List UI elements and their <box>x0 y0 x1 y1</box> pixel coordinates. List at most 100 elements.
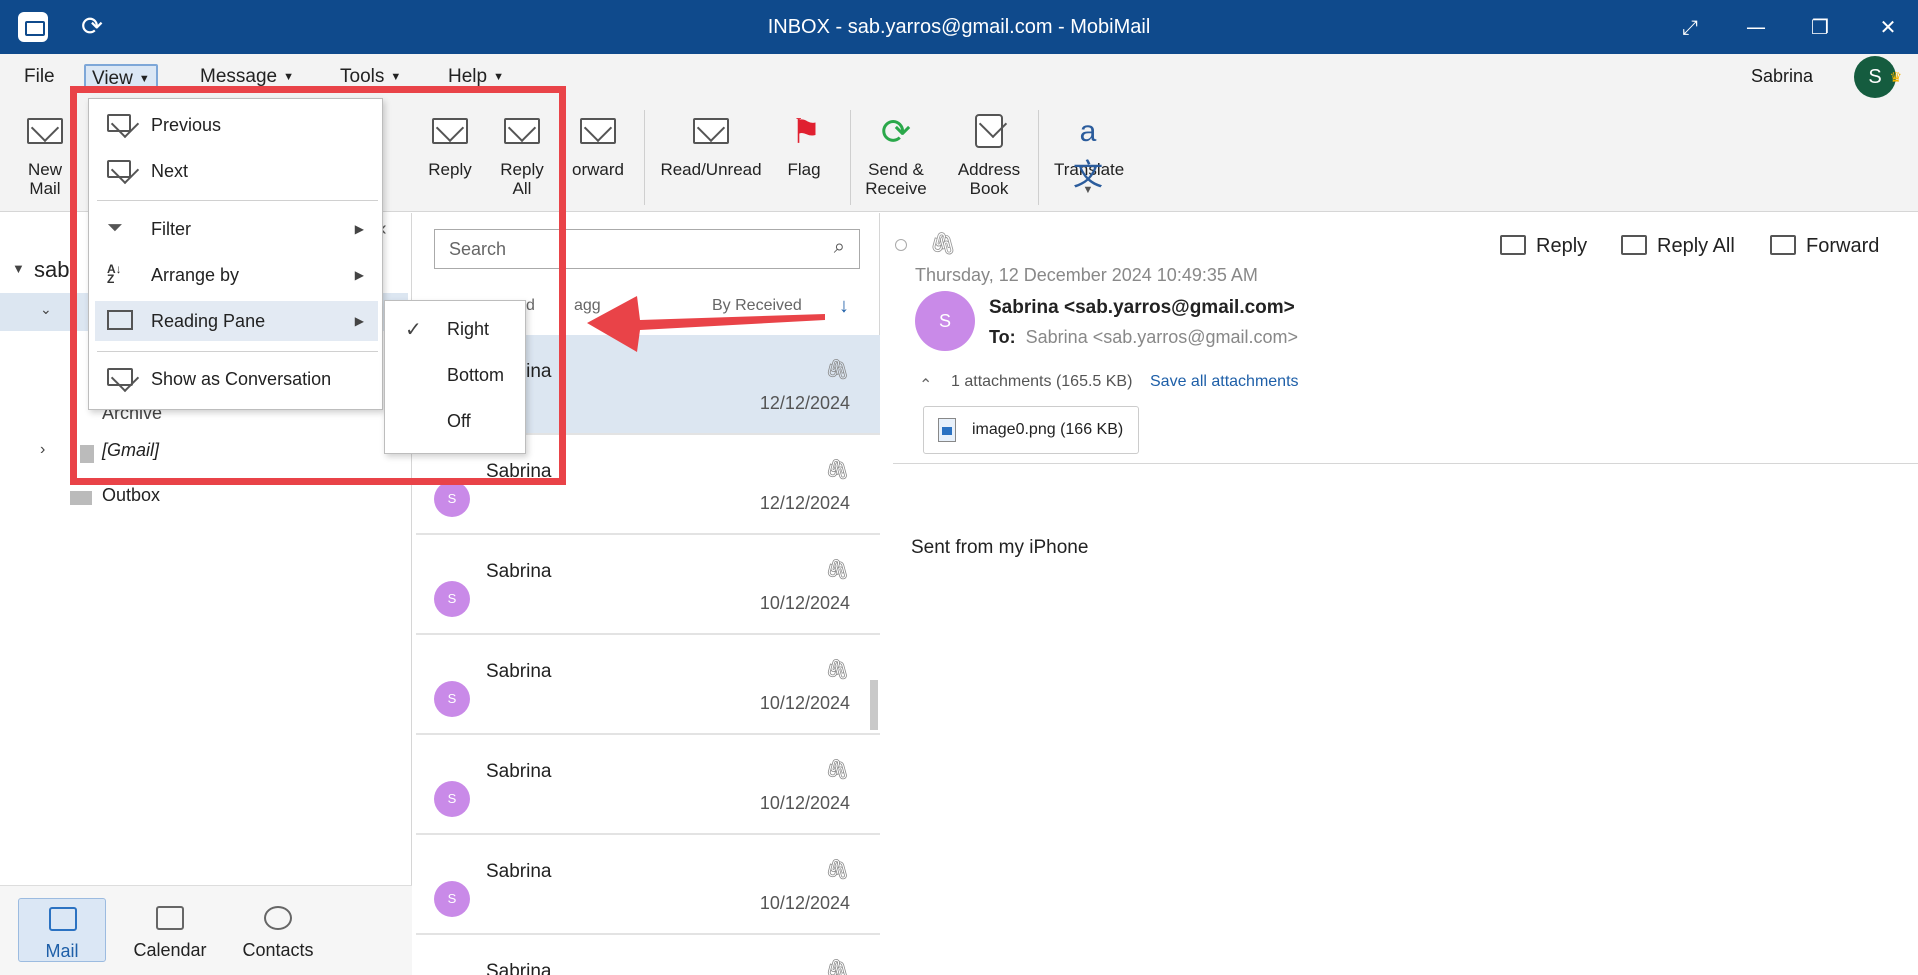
sort-by-label[interactable]: By Received <box>712 297 802 315</box>
expand-account-icon[interactable]: ▼ <box>12 261 25 276</box>
list-header-left[interactable]: d <box>526 297 535 315</box>
mail-date: 12/12/2024 <box>759 493 850 513</box>
menu-item-reading-pane-label: Reading Pane <box>151 311 266 331</box>
unread-indicator[interactable] <box>895 239 907 251</box>
submenu-item-right[interactable]: ✓ Right <box>385 309 525 349</box>
forward-icon <box>576 110 620 154</box>
caret-down-icon: ▼ <box>493 71 504 83</box>
mail-list-item[interactable]: S Sabrina 🖇 <box>416 935 880 975</box>
menu-file[interactable]: File <box>18 64 61 92</box>
send-receive-button[interactable]: ⟳ Send & Receive <box>864 110 928 198</box>
next-mail-icon <box>107 160 131 180</box>
menu-item-show-as-conversation-label: Show as Conversation <box>151 369 332 389</box>
flag-icon: ⚑ <box>790 113 822 151</box>
reply-all-button[interactable]: Reply All <box>492 110 552 198</box>
menu-item-next[interactable]: Next <box>95 151 378 191</box>
submenu-item-off[interactable]: Off <box>385 401 525 441</box>
reading-reply-all-button[interactable]: Reply All <box>1621 235 1735 258</box>
address-book-button[interactable]: Address Book <box>956 110 1022 198</box>
nav-mail-button[interactable]: Mail <box>18 898 106 962</box>
list-scrollbar[interactable] <box>870 680 878 730</box>
read-unread-button[interactable]: Read/Unread <box>658 110 764 179</box>
minimize-button[interactable]: — <box>1726 0 1786 54</box>
outbox-folder[interactable]: Outbox <box>102 485 160 506</box>
reading-forward-label: Forward <box>1806 235 1880 257</box>
reply-icon <box>428 110 472 154</box>
close-button[interactable]: ✕ <box>1858 0 1918 54</box>
gmail-folder[interactable]: [Gmail] <box>102 440 159 461</box>
title-bar: ⟳ INBOX - sab.yarros@gmail.com - MobiMai… <box>0 0 1918 54</box>
reading-forward-button[interactable]: Forward <box>1770 235 1879 258</box>
menu-item-arrange-by-label: Arrange by <box>151 265 240 285</box>
chevron-down-icon[interactable]: ⌄ <box>40 301 52 318</box>
conversation-icon <box>107 368 133 388</box>
nav-calendar-button[interactable]: Calendar <box>126 898 214 962</box>
collapse-attachments-icon[interactable]: ⌃ <box>919 375 932 395</box>
menu-help[interactable]: Help ▼ <box>442 64 510 92</box>
mail-list-item[interactable]: S Sabrina 🖇 10/12/2024 <box>416 535 880 635</box>
reading-reply-button[interactable]: Reply <box>1500 235 1587 258</box>
flag-button[interactable]: ⚑ Flag <box>784 110 824 179</box>
attachment-icon: 🖇 <box>824 859 850 881</box>
reading-reply-all-label: Reply All <box>1657 235 1735 257</box>
translate-button[interactable]: a文 Translate ▼ <box>1054 110 1124 200</box>
nav-mail-label: Mail <box>45 941 79 961</box>
avatar-initial: S <box>1868 66 1882 88</box>
attachment-chip[interactable]: image0.png (166 KB) <box>923 406 1139 454</box>
user-avatar[interactable]: S ♛ <box>1854 56 1902 98</box>
sender-avatar: S <box>434 781 470 817</box>
fullscreen-button[interactable]: ⤢ <box>1660 0 1720 54</box>
search-input[interactable]: Search ⌕ <box>434 229 860 269</box>
header-divider <box>893 463 1918 464</box>
maximize-button[interactable]: ❐ <box>1790 0 1850 54</box>
new-mail-button[interactable]: New Mail <box>22 110 68 198</box>
attachment-icon: 🖇 <box>824 459 850 481</box>
sender-avatar: S <box>434 581 470 617</box>
chevron-right-icon[interactable]: › <box>40 441 45 459</box>
mail-list-item[interactable]: S Sabrina 🖇 10/12/2024 <box>416 835 880 935</box>
reading-pane-icon <box>107 310 133 330</box>
submenu-arrow-icon: ▶ <box>354 314 364 328</box>
reply-all-label: Reply All <box>500 160 544 198</box>
menu-message[interactable]: Message ▼ <box>194 64 300 92</box>
mail-date: 10/12/2024 <box>759 893 850 913</box>
ribbon-divider <box>1038 110 1039 205</box>
mail-sender: Sabrina <box>486 561 552 582</box>
new-mail-icon <box>23 110 67 154</box>
menu-item-arrange-by[interactable]: A↓ Z Arrange by ▶ <box>95 255 378 295</box>
attachment-icon: 🖇 <box>824 759 850 781</box>
message-recipients: To: Sabrina <sab.yarros@gmail.com> <box>989 327 1298 348</box>
mail-date: 10/12/2024 <box>759 593 850 613</box>
menu-tools-label: Tools <box>340 66 385 88</box>
mail-list-item[interactable]: S Sabrina 🖇 10/12/2024 <box>416 735 880 835</box>
nav-contacts-button[interactable]: Contacts <box>234 898 322 962</box>
menu-separator <box>97 200 378 201</box>
reply-button[interactable]: Reply <box>420 110 480 179</box>
menu-tools[interactable]: Tools ▼ <box>334 64 407 92</box>
folder-icon <box>80 445 94 463</box>
mail-list-item[interactable]: S Sabrina 🖇 10/12/2024 <box>416 635 880 735</box>
submenu-item-off-label: Off <box>447 411 471 431</box>
mail-sender: Sabrina <box>486 661 552 682</box>
user-name[interactable]: Sabrina <box>1751 66 1813 87</box>
checkmark-icon: ✓ <box>405 317 422 341</box>
message-date: Thursday, 12 December 2024 10:49:35 AM <box>915 265 1258 285</box>
menu-item-reading-pane[interactable]: Reading Pane ▶ <box>95 301 378 341</box>
to-label: To: <box>989 327 1016 347</box>
submenu-item-bottom[interactable]: Bottom <box>385 355 525 395</box>
menu-file-label: File <box>24 66 55 87</box>
attachment-icon: 🖇 <box>824 659 850 681</box>
message-to[interactable]: Sabrina <sab.yarros@gmail.com> <box>1026 327 1298 347</box>
sort-direction-icon[interactable]: ↓ <box>839 295 849 318</box>
menu-item-filter[interactable]: ⏷ Filter ▶ <box>95 209 378 249</box>
save-all-attachments-link[interactable]: Save all attachments <box>1150 373 1299 391</box>
list-header-mid[interactable]: agg <box>574 297 601 315</box>
search-icon[interactable]: ⌕ <box>834 236 845 259</box>
account-name[interactable]: sab <box>34 257 69 283</box>
menu-view[interactable]: View ▼ <box>84 64 158 92</box>
message-from[interactable]: Sabrina <sab.yarros@gmail.com> <box>989 297 1295 319</box>
menu-item-previous[interactable]: Previous <box>95 105 378 145</box>
forward-button[interactable]: orward <box>568 110 628 179</box>
reading-pane: 🖇 Reply Reply All Forward Thursday, 12 D… <box>883 213 1918 975</box>
menu-item-show-as-conversation[interactable]: Show as Conversation <box>95 359 378 399</box>
